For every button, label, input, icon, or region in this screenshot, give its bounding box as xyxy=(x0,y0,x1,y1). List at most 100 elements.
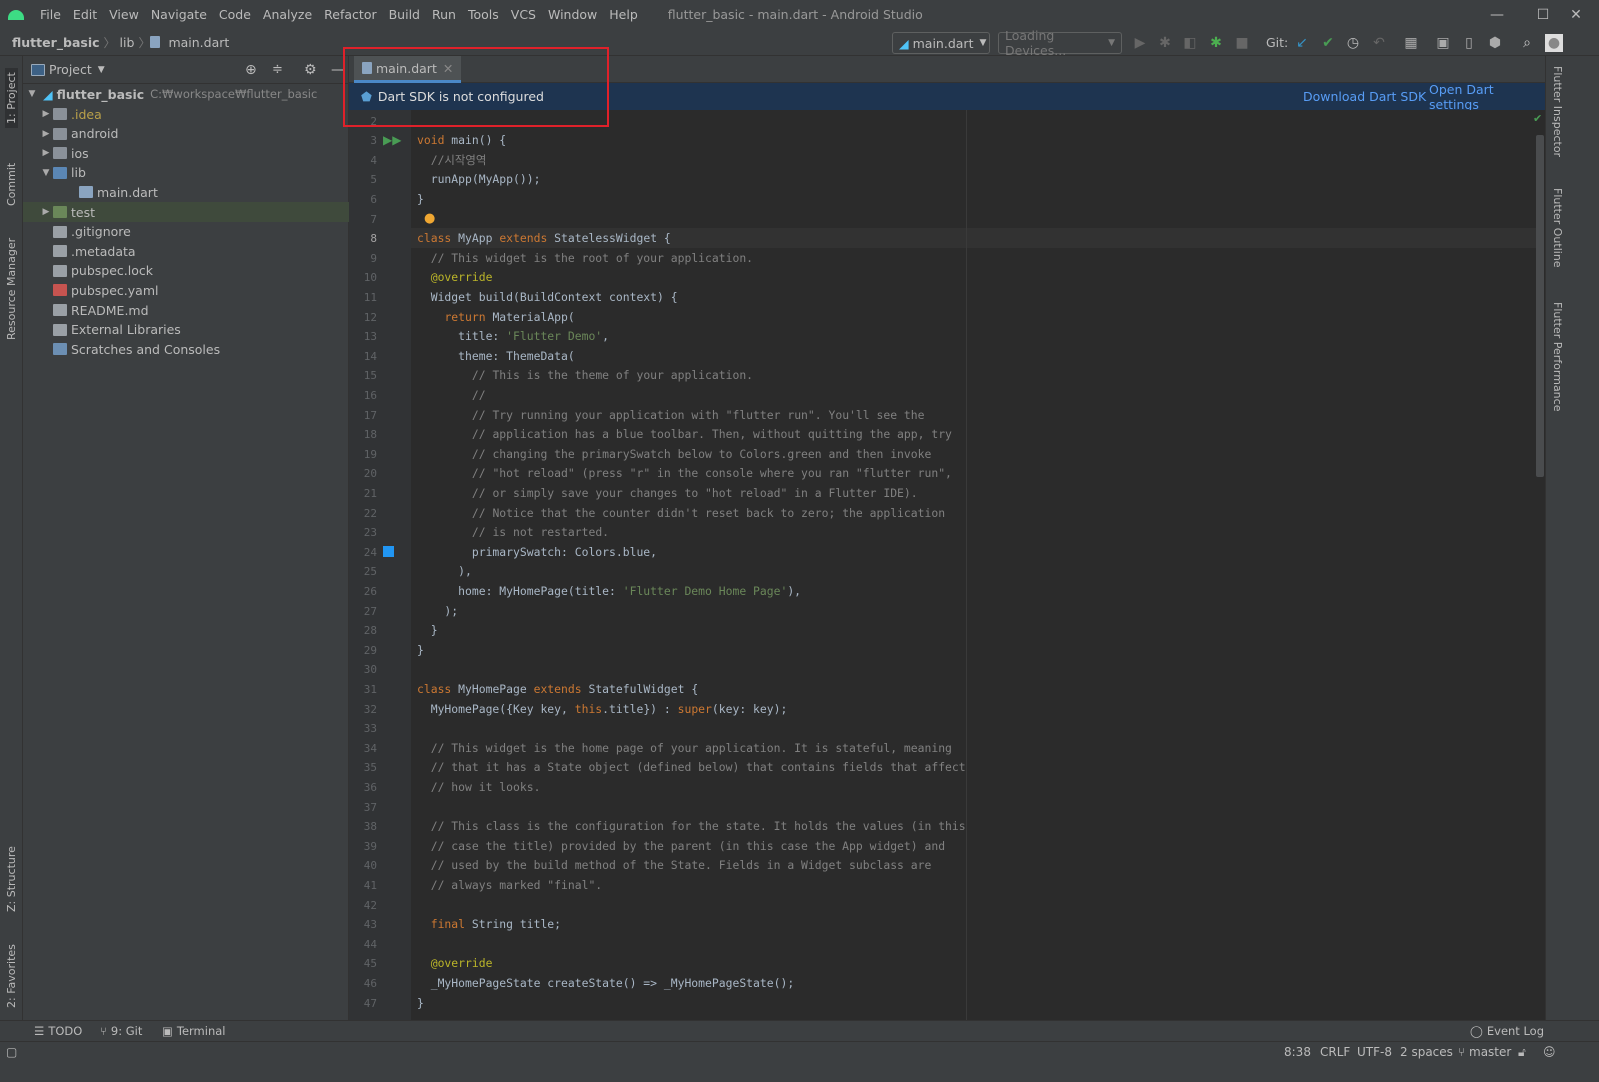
code-line[interactable]: void main() { xyxy=(417,131,506,151)
tool-window-project[interactable]: 1: Project xyxy=(5,68,18,128)
menu-help[interactable]: Help xyxy=(603,7,644,22)
chevron-down-icon[interactable]: ▼ xyxy=(98,65,105,75)
code-line[interactable]: // Notice that the counter didn't reset … xyxy=(417,504,945,524)
tree-item[interactable]: External Libraries xyxy=(23,320,349,340)
editor-scrollbar[interactable] xyxy=(1536,135,1544,477)
code-line[interactable]: theme: ThemeData( xyxy=(417,347,575,367)
code-line[interactable]: // This widget is the root of your appli… xyxy=(417,249,753,269)
toggle-tool-windows-icon[interactable]: ▢ xyxy=(6,1045,17,1059)
tool-window-flutter-outline[interactable]: Flutter Outline xyxy=(1551,188,1564,268)
minimize-button[interactable]: — xyxy=(1474,0,1520,29)
debug-icon[interactable]: ✱ xyxy=(1156,34,1174,52)
expand-arrow-icon[interactable]: ▼ xyxy=(39,168,53,178)
menu-vcs[interactable]: VCS xyxy=(505,7,542,22)
code-line[interactable]: class MyHomePage extends StatefulWidget … xyxy=(417,680,698,700)
run-icon[interactable]: ▶ xyxy=(1131,34,1149,52)
tool-window-flutter-performance[interactable]: Flutter Performance xyxy=(1551,302,1564,411)
menu-navigate[interactable]: Navigate xyxy=(145,7,213,22)
caret-position[interactable]: 8:38 xyxy=(1284,1045,1311,1059)
code-line[interactable]: Widget build(BuildContext context) { xyxy=(417,288,678,308)
tree-item[interactable]: Scratches and Consoles xyxy=(23,339,349,359)
tool-window-todo[interactable]: ☰ TODO xyxy=(34,1024,82,1038)
device-manager-icon[interactable]: ▯ xyxy=(1460,34,1478,52)
code-line[interactable]: } xyxy=(417,994,424,1014)
tool-window-favorites[interactable]: 2: Favorites xyxy=(5,944,18,1008)
tool-window-resource-manager[interactable]: Resource Manager xyxy=(5,238,18,340)
code-line[interactable]: } xyxy=(417,621,438,641)
stop-icon[interactable]: ■ xyxy=(1233,34,1251,52)
menu-file[interactable]: File xyxy=(34,7,67,22)
run-config-select[interactable]: ◢ main.dart ▼ xyxy=(892,32,990,54)
menu-code[interactable]: Code xyxy=(213,7,257,22)
rollback-icon[interactable]: ↶ xyxy=(1370,34,1388,52)
git-branch[interactable]: ⑂ master xyxy=(1458,1045,1511,1059)
line-separator[interactable]: CRLF xyxy=(1320,1045,1350,1059)
code-line[interactable]: MyHomePage({Key key, this.title}) : supe… xyxy=(417,700,788,720)
code-line[interactable]: // changing the primarySwatch below to C… xyxy=(417,445,931,465)
breadcrumb-file[interactable]: main.dart xyxy=(164,35,233,50)
inspector-icon[interactable]: ☺ xyxy=(1543,1045,1556,1059)
tree-root[interactable]: ▼ ◢ flutter_basic C:₩workspace₩flutter_b… xyxy=(23,84,349,104)
sdk-manager-icon[interactable]: ⬢ xyxy=(1486,34,1504,52)
expand-arrow-icon[interactable]: ▶ xyxy=(39,148,53,158)
avatar[interactable]: ● xyxy=(1545,34,1563,52)
coverage-icon[interactable]: ◧ xyxy=(1181,34,1199,52)
open-dart-settings-link[interactable]: Open Dart settings xyxy=(1429,82,1545,112)
tree-item[interactable]: ▶ android xyxy=(23,124,349,144)
expand-arrow-icon[interactable]: ▶ xyxy=(39,109,53,119)
tree-item[interactable]: .gitignore xyxy=(23,222,349,242)
project-structure-icon[interactable]: ▦ xyxy=(1402,34,1420,52)
project-view-select[interactable]: Project xyxy=(49,62,92,77)
menu-window[interactable]: Window xyxy=(542,7,603,22)
tool-window-flutter-inspector[interactable]: Flutter Inspector xyxy=(1551,66,1564,157)
code-line[interactable]: // This class is the configuration for t… xyxy=(417,817,966,837)
avd-manager-icon[interactable]: ▣ xyxy=(1434,34,1452,52)
expand-arrow-icon[interactable]: ▶ xyxy=(39,207,53,217)
code-line[interactable]: return MaterialApp( xyxy=(417,308,574,328)
inspection-ok-icon[interactable]: ✔ xyxy=(1533,112,1542,125)
code-line[interactable]: final String title; xyxy=(417,915,561,935)
collapse-all-icon[interactable]: ≑ xyxy=(272,62,283,77)
code-line[interactable]: runApp(MyApp()); xyxy=(417,170,541,190)
code-line[interactable]: // case the title) provided by the paren… xyxy=(417,837,945,857)
device-select[interactable]: Loading Devices... ▼ xyxy=(998,28,1122,58)
search-icon[interactable]: ⌕ xyxy=(1518,34,1536,52)
indent-setting[interactable]: 2 spaces xyxy=(1400,1045,1453,1059)
code-line[interactable]: @override xyxy=(417,954,493,974)
menu-tools[interactable]: Tools xyxy=(462,7,505,22)
code-line[interactable]: title: 'Flutter Demo', xyxy=(417,327,609,347)
code-line[interactable]: primarySwatch: Colors.blue, xyxy=(417,543,657,563)
tree-item[interactable]: pubspec.lock xyxy=(23,261,349,281)
breadcrumb-lib[interactable]: lib xyxy=(116,35,139,50)
code-line[interactable]: // This widget is the home page of your … xyxy=(417,739,952,759)
menu-build[interactable]: Build xyxy=(383,7,426,22)
code-line[interactable]: } xyxy=(417,641,424,661)
menu-refactor[interactable]: Refactor xyxy=(318,7,382,22)
code-line[interactable]: // Try running your application with "fl… xyxy=(417,406,925,426)
git-commit-icon[interactable]: ✔ xyxy=(1319,34,1337,52)
code-line[interactable]: // always marked "final". xyxy=(417,876,602,896)
tree-item[interactable]: ▶ ios xyxy=(23,143,349,163)
code-line[interactable]: // or simply save your changes to "hot r… xyxy=(417,484,918,504)
tree-item[interactable]: ▶ test xyxy=(23,202,349,222)
tool-window-event-log[interactable]: ◯ Event Log xyxy=(1470,1024,1544,1038)
file-encoding[interactable]: UTF-8 xyxy=(1357,1045,1392,1059)
color-swatch-icon[interactable] xyxy=(383,546,394,557)
code-line[interactable]: // This is the theme of your application… xyxy=(417,366,753,386)
tool-window-terminal[interactable]: ▣ Terminal xyxy=(162,1024,225,1038)
tree-item[interactable]: ▼ lib xyxy=(23,163,349,183)
code-line[interactable]: //시작영역 xyxy=(417,151,487,171)
code-line[interactable]: ); xyxy=(417,602,458,622)
code-line[interactable]: // that it has a State object (defined b… xyxy=(417,758,966,778)
code-line[interactable]: // used by the build method of the State… xyxy=(417,856,932,876)
tool-window-git[interactable]: ⑂ 9: Git xyxy=(100,1024,142,1038)
menu-view[interactable]: View xyxy=(103,7,145,22)
code-line[interactable]: // how it looks. xyxy=(417,778,541,798)
tool-window-structure[interactable]: Z: Structure xyxy=(5,846,18,912)
history-icon[interactable]: ◷ xyxy=(1344,34,1362,52)
code-line[interactable]: } xyxy=(417,190,424,210)
expand-arrow-icon[interactable]: ▼ xyxy=(25,89,39,99)
code-line[interactable]: class MyApp extends StatelessWidget { xyxy=(417,229,671,249)
code-line[interactable]: ), xyxy=(417,562,472,582)
code-line[interactable]: // application has a blue toolbar. Then,… xyxy=(417,425,952,445)
